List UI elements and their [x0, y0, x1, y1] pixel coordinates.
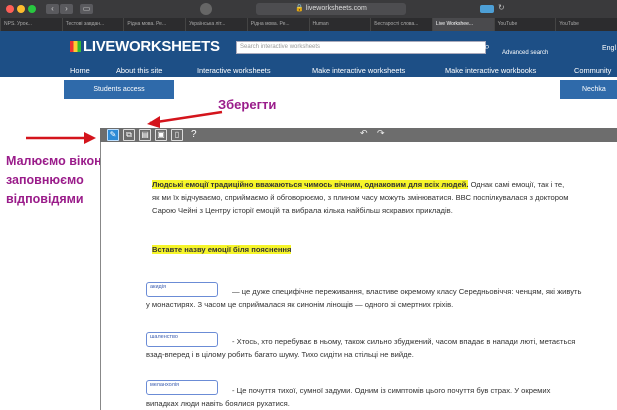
- nav-item[interactable]: Community: [574, 66, 611, 75]
- arrow-to-save: [149, 110, 223, 125]
- browser-tab[interactable]: Human: [308, 18, 371, 31]
- arrow-head: [147, 116, 160, 128]
- browser-tab[interactable]: Live Workshee...: [431, 18, 494, 31]
- definition-text: - Хтось, хто перебуває в ньому, також си…: [146, 337, 576, 359]
- forward-icon[interactable]: ›: [60, 4, 73, 14]
- shield-icon[interactable]: [200, 3, 212, 15]
- tab-bar: NPS. Урок... Тестові завдан... Рідна мова.…: [0, 18, 617, 31]
- save-icon[interactable]: ▤: [139, 129, 151, 141]
- copy-tool-icon[interactable]: ⧉: [123, 129, 135, 141]
- minimize-window-button[interactable]: [17, 5, 25, 13]
- browser-tab[interactable]: Рідна мова. Ре...: [246, 18, 309, 31]
- browser-tab[interactable]: NPS. Урок...: [0, 18, 62, 31]
- site-logo[interactable]: LIVEWORKSHEETS: [70, 38, 220, 55]
- advanced-search-link[interactable]: Advanced search: [502, 50, 548, 56]
- zoom-window-button[interactable]: [28, 5, 36, 13]
- browser-tab[interactable]: Бестарості слова...: [370, 18, 432, 31]
- user-menu[interactable]: Nechka: [560, 80, 617, 99]
- reader-icon[interactable]: [480, 5, 494, 13]
- nav-item[interactable]: Make interactive worksheets: [312, 66, 405, 75]
- help-icon[interactable]: ?: [191, 129, 197, 141]
- url-text: liveworksheets.com: [305, 5, 367, 12]
- back-icon[interactable]: ‹: [46, 4, 59, 14]
- nav-item[interactable]: Make interactive workbooks: [445, 66, 536, 75]
- lock-icon: 🔒: [295, 5, 306, 12]
- reload-icon[interactable]: ↻: [498, 3, 505, 12]
- logo-icon: [70, 41, 81, 52]
- nav-item[interactable]: About this site: [116, 66, 162, 75]
- browser-tab[interactable]: Тестові завдан...: [61, 18, 124, 31]
- redo-icon[interactable]: ↷: [377, 128, 385, 139]
- undo-icon[interactable]: ↶: [360, 128, 368, 139]
- browser-tab[interactable]: YouTube: [555, 18, 617, 31]
- instruction-text: Вставте назву емоції біля пояснення: [152, 245, 292, 254]
- language-link[interactable]: Engl: [602, 45, 616, 52]
- textbox-tool-icon[interactable]: ✎: [107, 129, 119, 141]
- intro-highlight: Людські емоції традиційно вважаються чим…: [152, 180, 469, 189]
- instruction: Вставте назву емоції біля пояснення: [152, 243, 292, 256]
- close-window-button[interactable]: [6, 5, 14, 13]
- browser-tab[interactable]: Українська літ...: [185, 18, 247, 31]
- browser-tab[interactable]: YouTube: [493, 18, 556, 31]
- arrow-head: [84, 132, 96, 144]
- definition-text: — це дуже специфічне переживання, власти…: [146, 287, 582, 309]
- definition-text: - Це почуття тихої, сумної задуми. Одним…: [146, 386, 551, 408]
- address-bar[interactable]: 🔒 liveworksheets.com: [256, 3, 406, 15]
- intro-paragraph: Людські емоції традиційно вважаються чим…: [152, 178, 572, 217]
- search-icon[interactable]: ⌕: [480, 40, 494, 54]
- nav-item[interactable]: Interactive worksheets: [197, 66, 271, 75]
- page-icon[interactable]: ▯: [171, 129, 183, 141]
- sidebar-icon[interactable]: ▭: [80, 4, 93, 14]
- browser-tab[interactable]: Рідна мова. Ре...: [123, 18, 185, 31]
- search-input[interactable]: Search interactive worksheets: [236, 41, 486, 54]
- logo-text: LIVEWORKSHEETS: [83, 38, 220, 55]
- nav-item[interactable]: Home: [70, 66, 90, 75]
- browser-titlebar: ‹ › ▭ 🔒 liveworksheets.com ↻: [0, 0, 617, 18]
- preview-icon[interactable]: ▣: [155, 129, 167, 141]
